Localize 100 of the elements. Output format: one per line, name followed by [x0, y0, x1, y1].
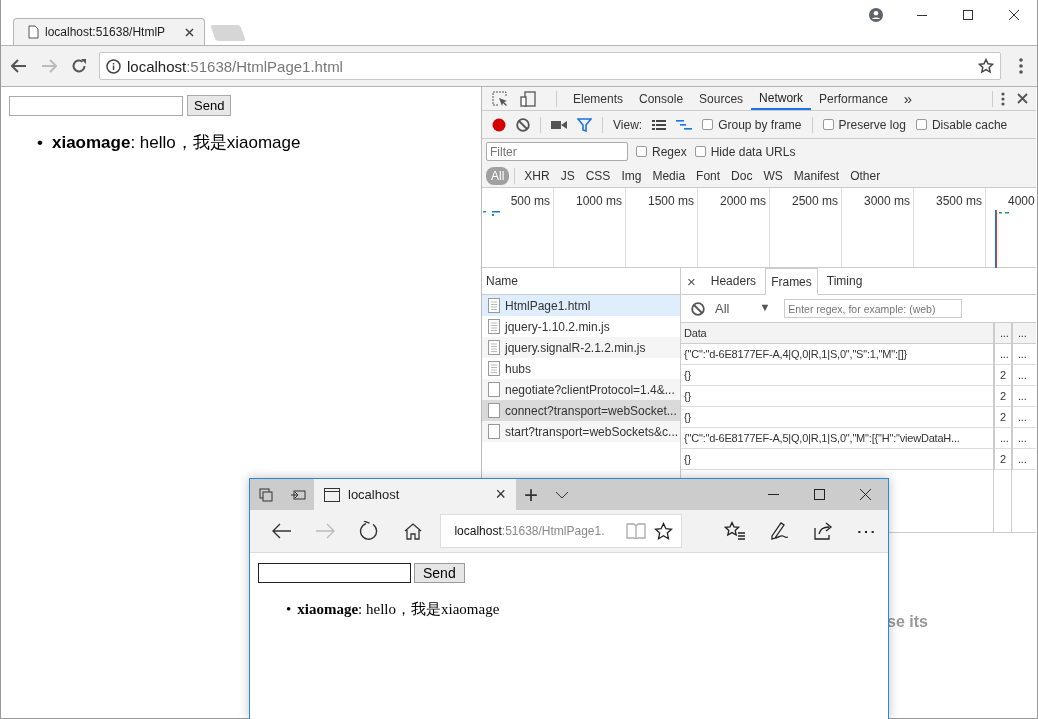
new-tab-button[interactable]: + [524, 480, 538, 509]
waterfall-view-icon[interactable] [676, 118, 693, 131]
type-filter[interactable]: WS [758, 166, 788, 185]
clear-icon[interactable] [516, 117, 530, 132]
more-button[interactable]: ⋯ [856, 519, 877, 543]
document-icon [488, 340, 500, 355]
inspect-icon[interactable] [492, 90, 508, 107]
devtools-tab[interactable]: Elements [565, 87, 632, 110]
request-row[interactable]: jquery.signalR-2.1.2.min.js [482, 337, 680, 358]
view-label: View: [613, 117, 643, 132]
page-icon [28, 25, 39, 39]
filter-input[interactable]: Filter [486, 142, 628, 161]
detail-tab[interactable]: Frames [765, 268, 818, 295]
browser-tab[interactable]: localhost:51638/HtmlP [13, 18, 205, 45]
file-icon [488, 382, 500, 397]
more-options-icon[interactable] [1001, 91, 1005, 106]
checkbox[interactable] [636, 146, 647, 157]
address-bar[interactable]: localhost:51638/HtmlPage1. [440, 514, 682, 548]
close-icon[interactable] [1017, 93, 1028, 104]
account-icon[interactable] [869, 8, 883, 22]
detail-tab[interactable]: Timing [821, 268, 868, 294]
camera-icon[interactable] [551, 119, 567, 130]
pen-icon[interactable] [768, 521, 789, 541]
detail-tab[interactable]: Headers [705, 268, 762, 294]
close-icon[interactable] [185, 27, 194, 37]
clear-icon[interactable] [691, 301, 705, 316]
checkbox[interactable] [702, 119, 714, 130]
checkbox-label: Regex [652, 144, 687, 159]
table-cell: ... [1018, 348, 1027, 360]
maximize-icon[interactable] [963, 10, 973, 20]
favorites-list-icon[interactable] [724, 521, 747, 541]
table-cell: 2 [1000, 369, 1006, 381]
chevron-down-icon[interactable] [555, 490, 569, 499]
share-icon[interactable] [812, 522, 833, 540]
url-text: localhost:51638/HtmlPage1.html [127, 57, 344, 75]
checkbox[interactable] [694, 146, 706, 157]
type-filter[interactable]: Font [691, 166, 726, 185]
time-tick-label: 3500 ms [935, 194, 982, 208]
column-header: Name [486, 274, 518, 288]
home-icon[interactable] [403, 522, 422, 540]
close-icon[interactable]: × [687, 272, 696, 290]
back-icon[interactable] [271, 523, 292, 539]
request-name: jquery-1.10.2.min.js [505, 319, 610, 334]
devtools-tab[interactable]: Sources [691, 87, 752, 110]
request-name: negotiate?clientProtocol=1.4&... [505, 382, 675, 397]
browser-tab[interactable]: localhost × [314, 479, 516, 510]
request-row[interactable]: start?transport=webSockets&c... [482, 421, 680, 442]
request-row[interactable]: hubs [482, 358, 680, 379]
type-filter[interactable]: Doc [726, 166, 758, 185]
devtools-tab[interactable]: Performance [811, 87, 896, 110]
request-name: hubs [505, 361, 532, 376]
type-filter[interactable]: Img [616, 166, 647, 185]
send-button[interactable]: Send [187, 95, 232, 116]
favorite-star-icon[interactable] [653, 521, 673, 541]
filter-icon[interactable] [577, 117, 592, 132]
request-name: connect?transport=webSocket... [505, 403, 677, 418]
type-filter[interactable]: Manifest [788, 166, 845, 185]
close-icon[interactable] [1009, 10, 1019, 20]
type-filter[interactable]: JS [555, 166, 580, 185]
request-row[interactable]: negotiate?clientProtocol=1.4&... [482, 379, 680, 400]
table-cell: ... [1000, 432, 1009, 444]
type-filter[interactable]: CSS [580, 166, 616, 185]
type-filter[interactable]: Other [845, 166, 886, 185]
tab-preview-icon[interactable] [290, 488, 306, 501]
minimize-icon[interactable] [767, 494, 779, 495]
frame-data: {} [684, 411, 691, 423]
maximize-icon[interactable] [813, 489, 825, 500]
type-filter[interactable]: Media [647, 166, 691, 185]
regex-input[interactable]: Enter regex, for example: (web) [784, 299, 963, 318]
checkbox[interactable] [822, 119, 834, 130]
message-input[interactable] [258, 563, 411, 583]
type-filter[interactable]: XHR [519, 166, 555, 185]
close-icon[interactable] [859, 489, 871, 500]
info-icon[interactable] [106, 58, 121, 74]
request-bar-drawing [995, 210, 1011, 268]
back-icon[interactable] [11, 59, 27, 73]
bookmark-star-icon[interactable] [978, 58, 994, 74]
checkbox[interactable] [915, 119, 927, 130]
minimize-icon[interactable] [917, 14, 927, 16]
menu-icon[interactable] [1019, 58, 1023, 74]
refresh-icon[interactable] [359, 521, 379, 541]
table-cell: ... [1018, 411, 1027, 423]
record-icon[interactable] [492, 117, 506, 132]
chat-message: xiaomage: hello，我是xiaomage [51, 132, 301, 154]
request-row[interactable]: jquery-1.10.2.min.js [482, 316, 680, 337]
request-row[interactable]: connect?transport=webSocket... [482, 400, 680, 421]
send-button[interactable]: Send [414, 563, 465, 583]
list-view-icon[interactable] [652, 118, 667, 131]
frame-type-dropdown[interactable]: All ▼ [715, 301, 771, 316]
device-icon[interactable] [520, 90, 536, 107]
message-input[interactable] [9, 95, 183, 116]
request-row[interactable]: HtmlPage1.html [482, 295, 680, 316]
more-tabs-button[interactable]: » [895, 87, 921, 110]
close-tab-button[interactable]: × [495, 484, 506, 505]
reload-icon[interactable] [71, 58, 87, 74]
address-bar[interactable]: localhost:51638/HtmlPage1.html [99, 52, 1001, 80]
time-tick-label: 1000 ms [575, 194, 622, 208]
devtools-tab[interactable]: Console [631, 87, 692, 110]
tab-set-icon[interactable] [259, 487, 273, 502]
document-icon [488, 361, 500, 376]
